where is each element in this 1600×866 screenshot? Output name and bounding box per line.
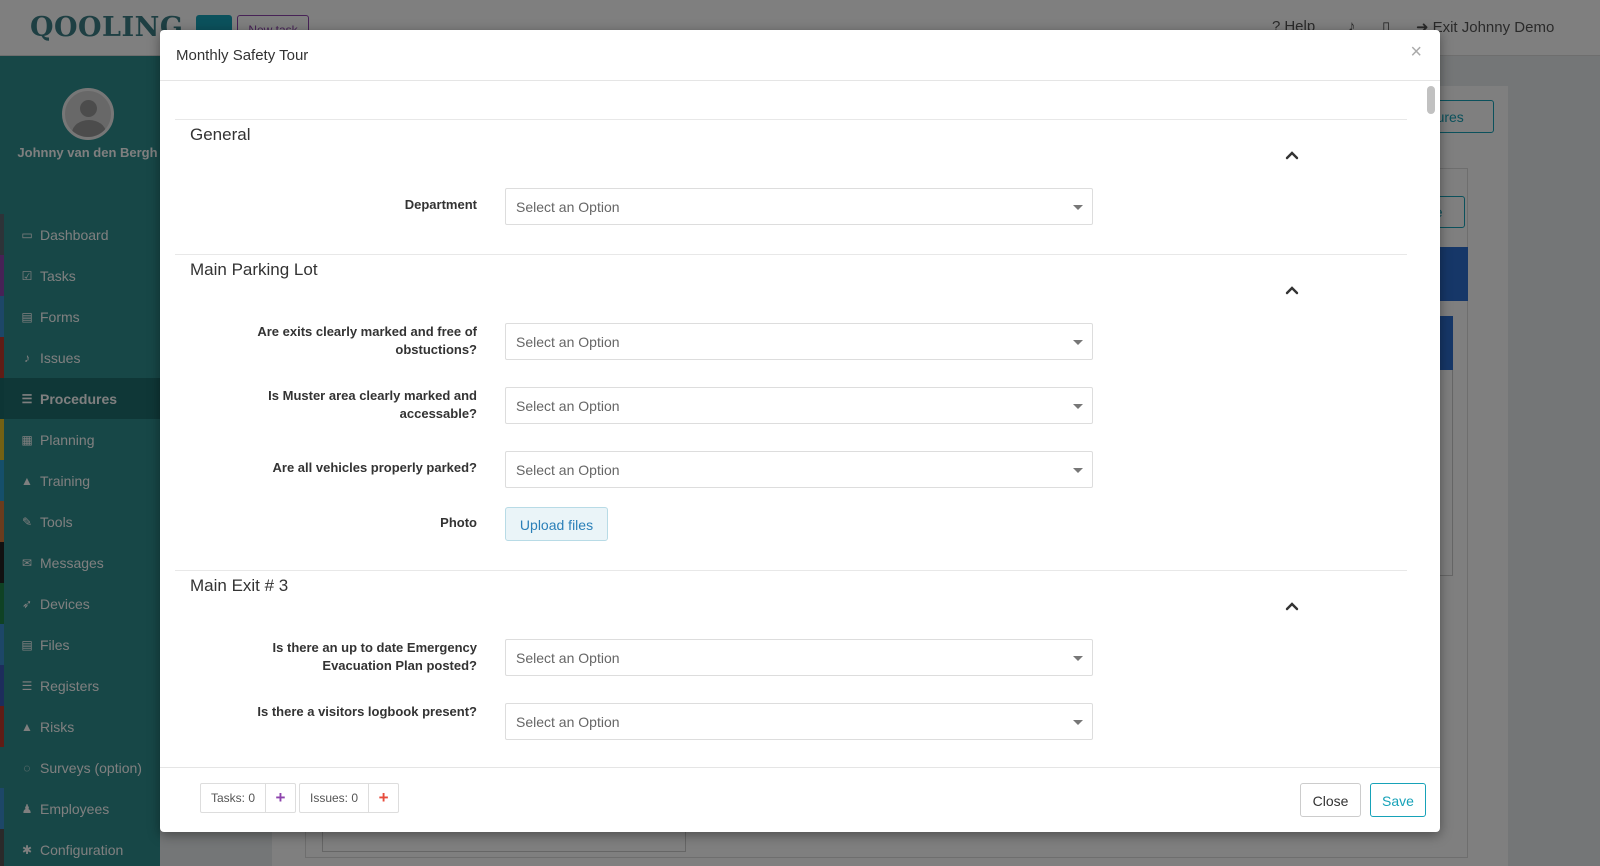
select-placeholder: Select an Option (516, 199, 620, 215)
upload-files-button[interactable]: Upload files (505, 507, 608, 541)
caret-down-icon (1073, 720, 1083, 725)
section-title: General (190, 125, 251, 144)
form-section: Main Exit # 3 Is there an up to date Emer… (175, 570, 1407, 767)
caret-down-icon (1073, 468, 1083, 473)
option-select[interactable]: Select an Option (505, 451, 1093, 488)
select-placeholder: Select an Option (516, 650, 620, 666)
field-label: Is Muster area clearly marked and access… (268, 388, 477, 421)
add-issue-button[interactable]: + (368, 784, 398, 812)
field-label: Photo (440, 515, 477, 530)
close-button[interactable]: Close (1300, 783, 1361, 817)
chevron-up-icon[interactable] (1280, 595, 1304, 615)
modal-dialog: Monthly Safety Tour × General Department S… (160, 30, 1440, 832)
issues-counter: Issues: 0 + (299, 783, 400, 813)
form-section: General Department Select an Option (175, 119, 1407, 254)
tasks-count-label: Tasks: 0 (211, 791, 256, 805)
field-label: Is there a visitors logbook present? (257, 704, 477, 719)
field-label: Is there an up to date Emergency Evacuat… (272, 640, 477, 673)
save-button[interactable]: Save (1370, 783, 1426, 817)
section-title: Main Parking Lot (190, 260, 318, 279)
field-label: Are all vehicles properly parked? (272, 460, 477, 475)
section-title: Main Exit # 3 (190, 576, 289, 595)
modal-title: Monthly Safety Tour (176, 47, 309, 64)
select-placeholder: Select an Option (516, 334, 620, 350)
modal-body: General Department Select an Option Main Pa… (160, 81, 1440, 767)
select-placeholder: Select an Option (516, 398, 620, 414)
option-select[interactable]: Select an Option (505, 703, 1093, 740)
chevron-up-icon[interactable] (1280, 144, 1304, 164)
modal-header: Monthly Safety Tour × (160, 30, 1440, 81)
close-icon[interactable]: × (1410, 42, 1422, 62)
option-select[interactable]: Select an Option (505, 387, 1093, 424)
tasks-counter: Tasks: 0 + (200, 783, 297, 813)
add-task-button[interactable]: + (265, 784, 295, 812)
option-select[interactable]: Select an Option (505, 323, 1093, 360)
scrollbar-thumb[interactable] (1427, 86, 1435, 114)
modal-footer: Tasks: 0 + Issues: 0 + Close Save (160, 767, 1440, 832)
option-select[interactable]: Select an Option (505, 188, 1093, 225)
select-placeholder: Select an Option (516, 462, 620, 478)
caret-down-icon (1073, 656, 1083, 661)
chevron-up-icon[interactable] (1280, 279, 1304, 299)
issues-count-label: Issues: 0 (310, 791, 359, 805)
caret-down-icon (1073, 404, 1083, 409)
option-select[interactable]: Select an Option (505, 639, 1093, 676)
caret-down-icon (1073, 205, 1083, 210)
form-section: Main Parking Lot Are exits clearly marked… (175, 254, 1407, 570)
select-placeholder: Select an Option (516, 714, 620, 730)
caret-down-icon (1073, 340, 1083, 345)
scrollbar[interactable] (1426, 83, 1438, 763)
field-label: Are exits clearly marked and free of obs… (257, 324, 477, 357)
field-label: Department (404, 197, 477, 212)
